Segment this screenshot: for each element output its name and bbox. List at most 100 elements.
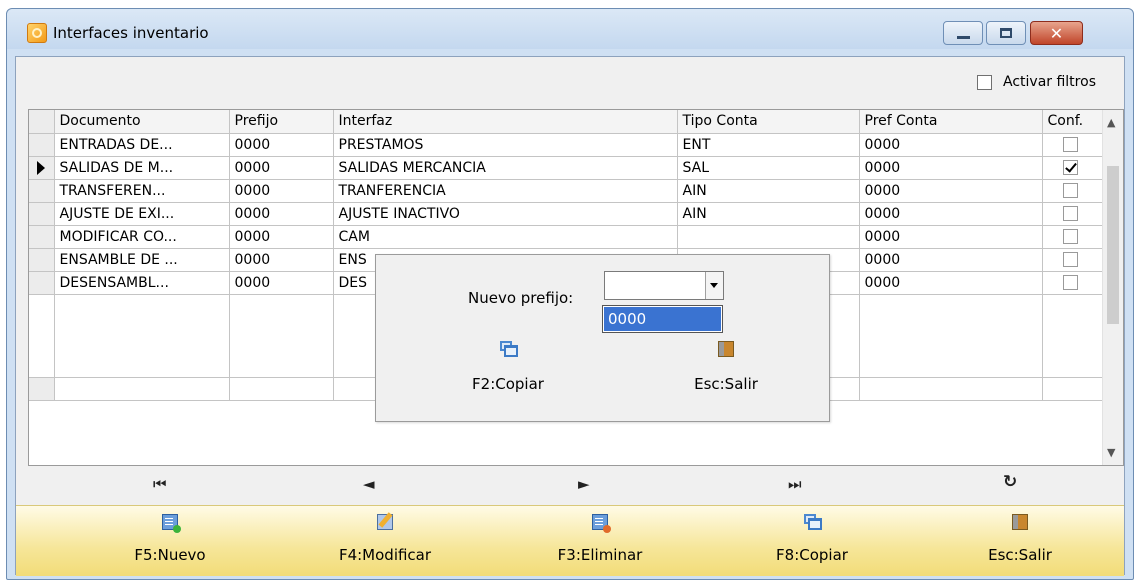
- minimize-icon: [957, 36, 970, 39]
- door-exit-icon: [718, 341, 734, 357]
- cell-documento[interactable]: MODIFICAR CO...: [54, 225, 230, 249]
- cell-prefijo[interactable]: 0000: [229, 156, 334, 180]
- new-prefix-label: Nuevo prefijo:: [468, 289, 574, 307]
- cell-prefijo[interactable]: 0000: [229, 271, 334, 295]
- cell-tipo-conta[interactable]: [677, 225, 860, 249]
- scroll-up-icon[interactable]: ▲: [1107, 116, 1115, 129]
- close-button[interactable]: ✕: [1030, 21, 1083, 45]
- cell-interfaz[interactable]: CAM: [333, 225, 678, 249]
- cell-pref-conta[interactable]: 0000: [859, 225, 1043, 249]
- cell-prefijo[interactable]: 0000: [229, 225, 334, 249]
- cell-tipo-conta[interactable]: AIN: [677, 202, 860, 226]
- table-row[interactable]: MODIFICAR CO... 0000 CAM 0000: [29, 225, 1105, 249]
- prefix-dropdown-list[interactable]: 0000: [602, 305, 723, 333]
- cell-pref-conta[interactable]: 0000: [859, 156, 1043, 180]
- row-indicator: [29, 248, 55, 272]
- exit-button[interactable]: Esc:Salir: [930, 506, 1110, 576]
- title-bar[interactable]: Interfaces inventario ✕: [7, 9, 1133, 49]
- dialog-copy-button[interactable]: F2:Copiar: [433, 335, 583, 405]
- cell-conf: [1042, 156, 1105, 180]
- header-indicator: [29, 110, 55, 134]
- table-row[interactable]: TRANSFEREN... 0000 TRANFERENCIA AIN 0000: [29, 179, 1105, 203]
- conf-checkbox[interactable]: [1062, 275, 1078, 290]
- conf-checkbox[interactable]: [1062, 137, 1078, 152]
- column-header-conf[interactable]: Conf.: [1042, 110, 1105, 134]
- dialog-copy-label: F2:Copiar: [472, 375, 544, 393]
- new-button[interactable]: F5:Nuevo: [80, 506, 260, 576]
- cell-documento[interactable]: DESENSAMBL...: [54, 271, 230, 295]
- row-indicator: [29, 225, 55, 249]
- prev-record-icon[interactable]: ◄: [363, 475, 375, 493]
- cell-documento[interactable]: TRANSFEREN...: [54, 179, 230, 203]
- scroll-thumb[interactable]: [1107, 166, 1119, 324]
- cell-prefijo[interactable]: 0000: [229, 179, 334, 203]
- cell-prefijo[interactable]: 0000: [229, 133, 334, 157]
- cell-prefijo[interactable]: 0000: [229, 248, 334, 272]
- filter-checkbox[interactable]: [977, 75, 992, 90]
- conf-checkbox[interactable]: [1062, 252, 1078, 267]
- prefix-option[interactable]: 0000: [604, 307, 721, 331]
- cell-conf: [1042, 248, 1105, 272]
- cell-documento[interactable]: SALIDAS DE M...: [54, 156, 230, 180]
- next-record-icon[interactable]: ►: [578, 475, 590, 493]
- conf-checkbox[interactable]: [1062, 229, 1078, 244]
- cell-pref-conta[interactable]: 0000: [859, 133, 1043, 157]
- delete-icon: [592, 514, 611, 533]
- close-icon: ✕: [1049, 24, 1064, 43]
- cell-prefijo[interactable]: 0000: [229, 202, 334, 226]
- table-row[interactable]: ENTRADAS DE... 0000 PRESTAMOS ENT 0000: [29, 133, 1105, 157]
- column-header-prefijo[interactable]: Prefijo: [229, 110, 334, 134]
- cell-pref-conta[interactable]: 0000: [859, 202, 1043, 226]
- column-header-pref-conta[interactable]: Pref Conta: [859, 110, 1043, 134]
- conf-checkbox[interactable]: [1062, 183, 1078, 198]
- modify-button-label: F4:Modificar: [338, 546, 432, 564]
- cell-documento[interactable]: AJUSTE DE EXI...: [54, 202, 230, 226]
- cell-interfaz[interactable]: TRANFERENCIA: [333, 179, 678, 203]
- header-row: Documento Prefijo Interfaz Tipo Conta Pr…: [29, 110, 1105, 134]
- table-row[interactable]: AJUSTE DE EXI... 0000 AJUSTE INACTIVO AIN 00…: [29, 202, 1105, 226]
- filter-label[interactable]: Activar filtros: [1003, 74, 1096, 90]
- conf-checkbox[interactable]: [1062, 206, 1078, 221]
- row-indicator: [29, 133, 55, 157]
- first-record-icon[interactable]: ⏮: [153, 475, 167, 493]
- maximize-button[interactable]: [986, 21, 1026, 45]
- cell-conf: [1042, 179, 1105, 203]
- row-indicator: [29, 377, 55, 401]
- minimize-button[interactable]: [943, 21, 983, 45]
- cell-documento[interactable]: ENSAMBLE DE ...: [54, 248, 230, 272]
- column-header-tipo-conta[interactable]: Tipo Conta: [677, 110, 860, 134]
- cell-tipo-conta[interactable]: AIN: [677, 179, 860, 203]
- column-header-interfaz[interactable]: Interfaz: [333, 110, 678, 134]
- refresh-icon[interactable]: ↻: [1003, 472, 1017, 492]
- cell-pref-conta[interactable]: 0000: [859, 271, 1043, 295]
- conf-checkbox[interactable]: [1062, 160, 1078, 175]
- last-record-icon[interactable]: ⏭: [788, 475, 802, 493]
- cell-conf: [1042, 202, 1105, 226]
- vertical-scrollbar[interactable]: ▲ ▼: [1102, 110, 1123, 465]
- edit-icon: [377, 514, 393, 530]
- dialog-exit-label: Esc:Salir: [694, 375, 758, 393]
- record-navigator: ⏮ ◄ ► ⏭ ↻: [28, 471, 1124, 499]
- dialog-exit-button[interactable]: Esc:Salir: [651, 335, 801, 405]
- cell-tipo-conta[interactable]: SAL: [677, 156, 860, 180]
- row-indicator: [29, 202, 55, 226]
- cell-documento[interactable]: ENTRADAS DE...: [54, 133, 230, 157]
- chevron-down-icon[interactable]: [705, 272, 723, 299]
- cell-pref-conta[interactable]: 0000: [859, 248, 1043, 272]
- cell-interfaz[interactable]: SALIDAS MERCANCIA: [333, 156, 678, 180]
- cell-interfaz[interactable]: AJUSTE INACTIVO: [333, 202, 678, 226]
- modify-button[interactable]: F4:Modificar: [295, 506, 475, 576]
- cell-conf: [1042, 133, 1105, 157]
- copy-button[interactable]: F8:Copiar: [722, 506, 902, 576]
- cell-interfaz[interactable]: PRESTAMOS: [333, 133, 678, 157]
- column-header-documento[interactable]: Documento: [54, 110, 230, 134]
- cell-tipo-conta[interactable]: ENT: [677, 133, 860, 157]
- delete-button-label: F3:Eliminar: [557, 546, 643, 564]
- scroll-down-icon[interactable]: ▼: [1107, 446, 1115, 459]
- new-prefix-combo[interactable]: [604, 271, 724, 300]
- delete-button[interactable]: F3:Eliminar: [510, 506, 690, 576]
- table-row[interactable]: SALIDAS DE M... 0000 SALIDAS MERCANCIA SAL 0…: [29, 156, 1105, 180]
- cell-conf: [1042, 271, 1105, 295]
- cell-pref-conta[interactable]: 0000: [859, 179, 1043, 203]
- new-button-label: F5:Nuevo: [134, 546, 206, 564]
